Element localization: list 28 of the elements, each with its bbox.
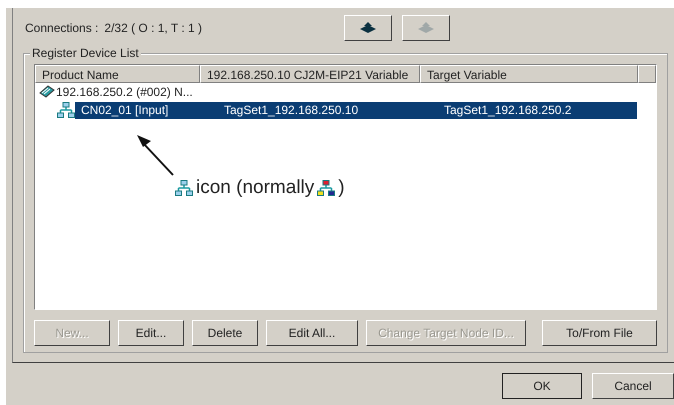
column-header[interactable]: Target Variable bbox=[420, 65, 638, 83]
column-header[interactable]: Product Name bbox=[35, 65, 200, 83]
action-button[interactable]: Delete bbox=[192, 320, 258, 346]
column-header[interactable]: 192.168.250.10 CJ2M-EIP21 Variable bbox=[200, 65, 420, 83]
annotation-text: icon (normally bbox=[196, 177, 314, 199]
ok-button[interactable]: OK bbox=[502, 373, 582, 399]
network-tree-icon bbox=[317, 180, 336, 196]
annotation-text: ) bbox=[338, 177, 345, 199]
arrow-icon bbox=[135, 133, 175, 177]
down-button[interactable] bbox=[402, 15, 450, 41]
table-cell-text: TagSet1_192.168.250.10 bbox=[223, 103, 360, 117]
connections-value: 2/32 ( O : 1, T : 1 ) bbox=[104, 21, 203, 35]
cancel-button[interactable]: Cancel bbox=[592, 373, 674, 399]
group-title: Register Device List bbox=[30, 46, 141, 60]
stack-up-icon bbox=[359, 22, 378, 34]
action-button[interactable]: Edit... bbox=[118, 320, 184, 346]
selected-row[interactable]: CN02_01 [Input] TagSet1_192.168.250.10 TagSet1_192.168.250.2 bbox=[75, 102, 637, 118]
connections-label: Connections : bbox=[25, 21, 98, 35]
device-icon bbox=[39, 85, 55, 99]
tree-item[interactable]: 192.168.250.2 (#002) N... bbox=[55, 84, 194, 100]
tree-item: CN02_01 [Input] bbox=[80, 103, 170, 117]
table-cell-text: TagSet1_192.168.250.2 bbox=[443, 103, 572, 117]
network-tree-icon bbox=[57, 102, 75, 118]
action-button[interactable]: Edit All... bbox=[266, 320, 358, 346]
up-button[interactable] bbox=[344, 15, 392, 41]
action-button[interactable]: To/From File bbox=[542, 320, 657, 346]
network-tree-icon bbox=[175, 180, 193, 196]
stack-icon bbox=[417, 22, 436, 34]
